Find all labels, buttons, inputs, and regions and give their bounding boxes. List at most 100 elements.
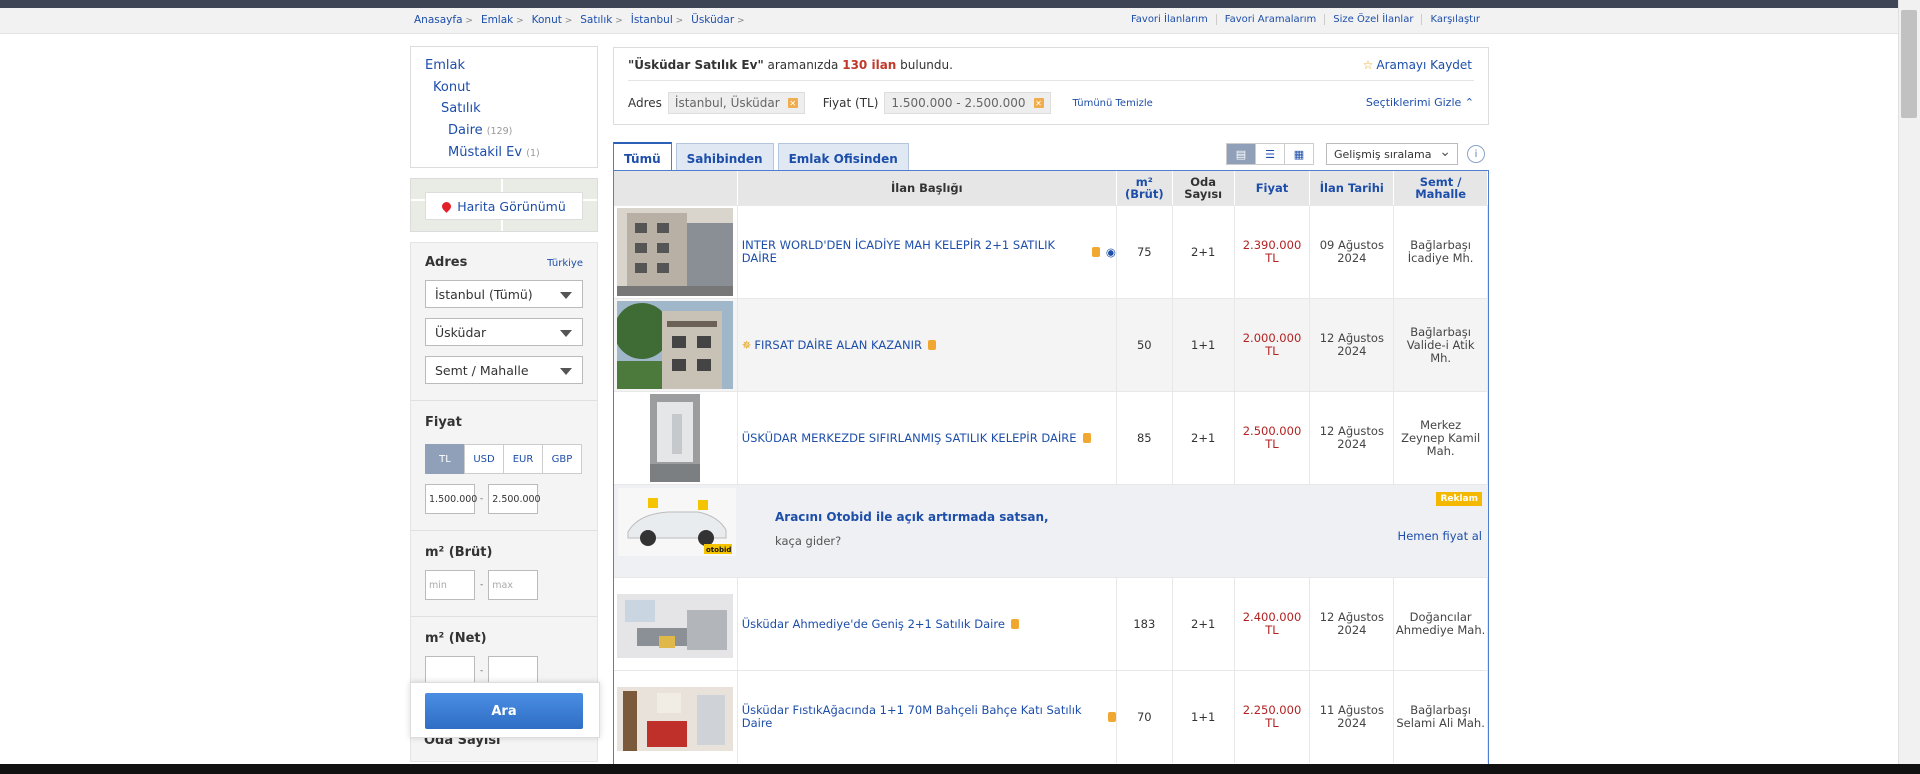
table-row[interactable]: ÜSKÜDAR MERKEZDE SIFIRLANMIŞ SATILIK KEL… bbox=[614, 391, 1488, 484]
result-count: 130 ilan bbox=[842, 58, 897, 72]
breadcrumb-item[interactable]: Anasayfa bbox=[414, 14, 473, 26]
compare-link[interactable]: Karşılaştır bbox=[1421, 14, 1488, 25]
price-max-input[interactable]: 2.500.000 bbox=[488, 484, 541, 514]
table-header: İlan Başlığı m² (Brüt) Oda Sayısı Fiyat … bbox=[614, 171, 1488, 205]
district-select[interactable]: Üsküdar bbox=[425, 318, 583, 346]
ad-title[interactable]: Aracını Otobid ile açık artırmada satsan… bbox=[775, 510, 1049, 524]
listing-location: Bağlarbaşı İcadiye Mh. bbox=[1394, 206, 1488, 298]
listing-date: 12 Ağustos 2024 bbox=[1310, 392, 1395, 484]
header-title[interactable]: İlan Başlığı bbox=[738, 171, 1117, 205]
table-view-icon[interactable]: ▤ bbox=[1226, 143, 1256, 165]
info-icon[interactable]: i bbox=[1467, 145, 1485, 163]
favorite-searches-link[interactable]: Favori Aramalarım bbox=[1215, 14, 1325, 25]
selected-filters: Adres İstanbul, Üsküdar ✕ Fiyat (TL) 1.50… bbox=[628, 92, 1153, 114]
listing-title[interactable]: Üsküdar Ahmediye'de Geniş 2+1 Satılık Da… bbox=[742, 617, 1005, 631]
table-row[interactable]: INTER WORLD'DEN İCADİYE MAH KELEPİR 2+1 … bbox=[614, 205, 1488, 298]
result-count-text: "Üsküdar Satılık Ev" aramanızda 130 ilan… bbox=[628, 58, 953, 72]
header-location[interactable]: Semt / Mahalle bbox=[1394, 171, 1488, 205]
listing-m2: 183 bbox=[1117, 578, 1173, 670]
scrollbar-thumb[interactable] bbox=[1901, 10, 1917, 118]
ad-cta-link[interactable]: Hemen fiyat al bbox=[1398, 529, 1482, 543]
ad-badge: Reklam bbox=[1436, 492, 1482, 506]
listing-photo[interactable] bbox=[617, 394, 734, 482]
header-rooms[interactable]: Oda Sayısı bbox=[1173, 171, 1235, 205]
boost-icon bbox=[1108, 712, 1116, 722]
table-row[interactable]: Üsküdar Ahmediye'de Geniş 2+1 Satılık Da… bbox=[614, 577, 1488, 670]
country-link[interactable]: Türkiye bbox=[547, 258, 583, 269]
listing-title[interactable]: Üsküdar FıstıkAğacında 1+1 70M Bahçeli B… bbox=[742, 704, 1102, 730]
currency-eur[interactable]: EUR bbox=[503, 444, 543, 474]
clear-all-link[interactable]: Tümünü Temizle bbox=[1073, 98, 1153, 109]
listing-title[interactable]: FIRSAT DAİRE ALAN KAZANIR bbox=[754, 338, 922, 352]
map-view-button[interactable]: Harita Görünümü bbox=[425, 192, 583, 220]
breadcrumb-item[interactable]: Konut bbox=[532, 14, 573, 26]
listing-tabs: Tümü Sahibinden Emlak Ofisinden bbox=[613, 138, 913, 174]
listing-rooms: 1+1 bbox=[1173, 299, 1235, 391]
listing-rooms: 1+1 bbox=[1173, 671, 1235, 763]
sort-select[interactable]: Gelişmiş sıralama bbox=[1326, 143, 1458, 165]
save-search-button[interactable]: ☆ Aramayı Kaydet bbox=[1363, 58, 1472, 72]
listing-price: 2.500.000 TL bbox=[1235, 392, 1311, 484]
list-view-icon[interactable]: ☰ bbox=[1255, 143, 1285, 165]
divider bbox=[411, 616, 597, 617]
currency-tl[interactable]: TL bbox=[425, 444, 465, 474]
ad-subtitle: kaça gider? bbox=[775, 534, 842, 548]
price-min-input[interactable]: 1.500.000 bbox=[425, 484, 477, 514]
grid-view-icon[interactable]: ▦ bbox=[1284, 143, 1314, 165]
table-row[interactable]: Üsküdar FıstıkAğacında 1+1 70M Bahçeli B… bbox=[614, 670, 1488, 763]
address-chip: İstanbul, Üsküdar ✕ bbox=[667, 92, 805, 114]
m2-brut-min-input[interactable]: min bbox=[425, 570, 475, 600]
neighborhood-select[interactable]: Semt / Mahalle bbox=[425, 356, 583, 384]
video-call-icon: ◉ bbox=[1105, 244, 1116, 259]
divider bbox=[411, 400, 597, 401]
listing-location: Merkez Zeynep Kamil Mah. bbox=[1394, 392, 1488, 484]
breadcrumb-item[interactable]: Üsküdar bbox=[691, 14, 744, 26]
category-satilik[interactable]: Satılık bbox=[425, 98, 583, 120]
listing-price: 2.400.000 TL bbox=[1235, 578, 1311, 670]
listing-photo[interactable] bbox=[617, 673, 734, 761]
hide-selections-link[interactable]: Seçtiklerimi Gizle ⌃ bbox=[1366, 96, 1474, 109]
breadcrumb-item[interactable]: İstanbul bbox=[631, 14, 683, 26]
boost-icon bbox=[1091, 247, 1100, 257]
m2-brut-max-input[interactable]: max bbox=[488, 570, 539, 600]
listing-photo[interactable] bbox=[617, 301, 734, 389]
category-mustakil-ev[interactable]: Müstakil Ev (1) bbox=[425, 142, 583, 165]
breadcrumb-bar bbox=[0, 8, 1898, 34]
special-listings-link[interactable]: Size Özel İlanlar bbox=[1324, 14, 1421, 25]
listing-rooms: 2+1 bbox=[1173, 578, 1235, 670]
search-button[interactable]: Ara bbox=[425, 693, 583, 729]
listing-title[interactable]: ÜSKÜDAR MERKEZDE SIFIRLANMIŞ SATILIK KEL… bbox=[742, 431, 1077, 445]
currency-gbp[interactable]: GBP bbox=[542, 444, 582, 474]
breadcrumb-item[interactable]: Emlak bbox=[481, 14, 524, 26]
breadcrumb: Anasayfa Emlak Konut Satılık İstanbul Üs… bbox=[414, 14, 753, 26]
header-date[interactable]: İlan Tarihi bbox=[1310, 171, 1395, 205]
favorite-listings-link[interactable]: Favori İlanlarım bbox=[1123, 14, 1216, 25]
header-m2[interactable]: m² (Brüt) bbox=[1117, 171, 1173, 205]
address-chip-label: Adres bbox=[628, 96, 662, 110]
listing-title[interactable]: INTER WORLD'DEN İCADİYE MAH KELEPİR 2+1 … bbox=[742, 239, 1086, 265]
city-select[interactable]: İstanbul (Tümü) bbox=[425, 280, 583, 308]
ad-row[interactable]: otobid Aracını Otobid ile açık artırmada… bbox=[614, 484, 1488, 577]
sparkle-icon: ✵ bbox=[741, 337, 752, 352]
map-pin-icon bbox=[440, 199, 454, 213]
remove-chip-icon[interactable]: ✕ bbox=[787, 98, 798, 108]
breadcrumb-item[interactable]: Satılık bbox=[580, 14, 622, 26]
boost-icon bbox=[1082, 433, 1091, 443]
category-konut[interactable]: Konut bbox=[425, 77, 583, 99]
m2-net-filter-title: m² (Net) bbox=[425, 631, 487, 646]
divider bbox=[628, 80, 1474, 81]
listing-rooms: 2+1 bbox=[1173, 392, 1235, 484]
ad-image[interactable]: otobid bbox=[618, 488, 736, 556]
listing-date: 09 Ağustos 2024 bbox=[1310, 206, 1395, 298]
listing-photo[interactable] bbox=[617, 580, 734, 668]
m2-brut-filter-title: m² (Brüt) bbox=[425, 545, 493, 560]
category-emlak[interactable]: Emlak bbox=[425, 55, 583, 77]
category-daire[interactable]: Daire (129) bbox=[425, 120, 583, 143]
listing-photo[interactable] bbox=[617, 208, 734, 296]
currency-usd[interactable]: USD bbox=[464, 444, 504, 474]
sidebar: Emlak Konut Satılık Daire (129) Müstakil… bbox=[410, 46, 598, 762]
header-price[interactable]: Fiyat bbox=[1235, 171, 1311, 205]
map-preview[interactable]: Harita Görünümü bbox=[410, 178, 598, 232]
remove-chip-icon[interactable]: ✕ bbox=[1033, 98, 1044, 108]
table-row[interactable]: ✵ FIRSAT DAİRE ALAN KAZANIR 50 1+1 2.000.… bbox=[614, 298, 1488, 391]
